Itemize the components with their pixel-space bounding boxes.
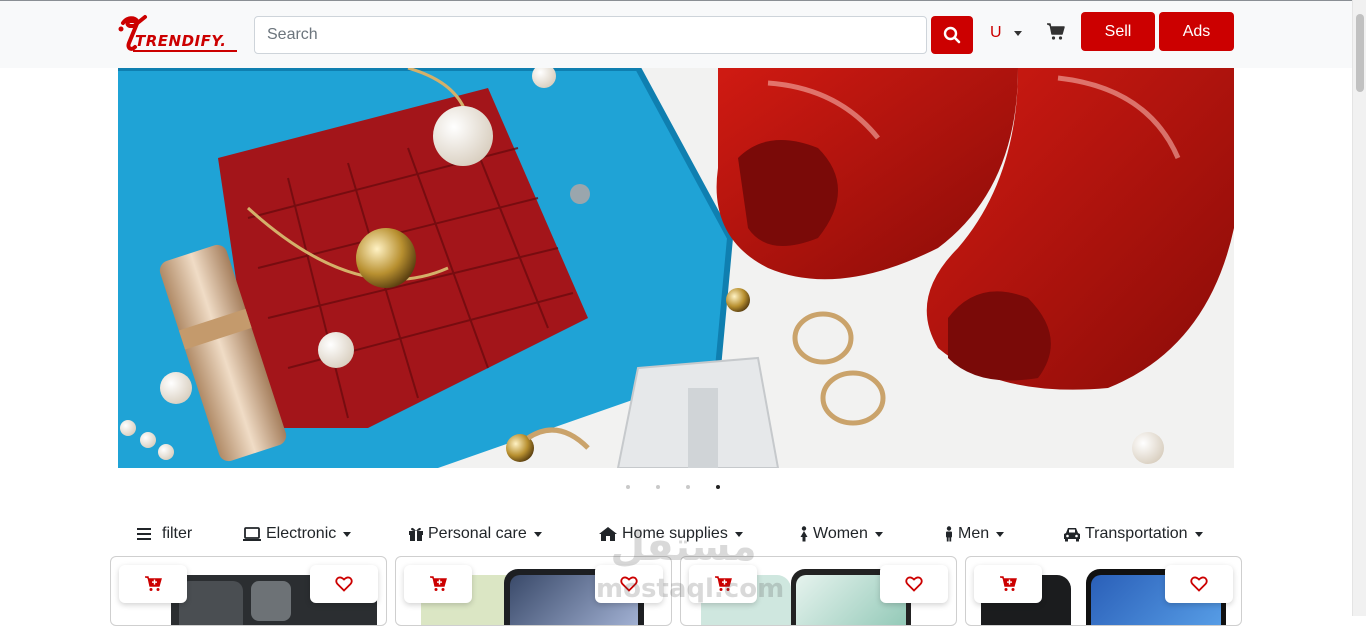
heart-icon [905, 576, 923, 592]
menu-icon [137, 528, 151, 540]
cart-plus-icon [430, 576, 447, 591]
cart-icon [1047, 23, 1065, 40]
chevron-down-icon [996, 531, 1005, 537]
category-transportation[interactable]: Transportation [1063, 522, 1203, 546]
page-scrollbar[interactable] [1352, 0, 1366, 616]
laptop-icon [243, 527, 261, 541]
carousel-dot[interactable] [626, 485, 630, 489]
cart-plus-icon [145, 576, 162, 591]
carousel-dot[interactable] [656, 485, 660, 489]
sell-button[interactable]: Sell [1081, 12, 1155, 51]
category-men[interactable]: Men [944, 522, 1005, 546]
wishlist-button[interactable] [880, 565, 948, 603]
add-to-cart-button[interactable] [404, 565, 472, 603]
wishlist-button[interactable] [310, 565, 378, 603]
male-icon [946, 526, 952, 542]
car-icon [1064, 528, 1080, 542]
chevron-down-icon [1194, 531, 1203, 537]
category-label: Transportation [1085, 525, 1188, 542]
category-electronic[interactable]: Electronic [242, 522, 352, 546]
chevron-down-icon [1013, 30, 1022, 36]
cart-plus-icon [1000, 576, 1017, 591]
wishlist-button[interactable] [1165, 565, 1233, 603]
category-women[interactable]: Women [799, 522, 883, 546]
chevron-down-icon [533, 531, 542, 537]
brand-logo[interactable]: TRENDIFY. [117, 13, 239, 55]
chevron-down-icon [734, 531, 743, 537]
female-icon [800, 526, 808, 542]
heart-icon [1190, 576, 1208, 592]
home-icon [599, 527, 617, 541]
logo-underline [133, 50, 237, 52]
add-to-cart-button[interactable] [689, 565, 757, 603]
heart-icon [620, 576, 638, 592]
chevron-down-icon [874, 531, 883, 537]
category-label: Men [958, 525, 990, 542]
category-filter[interactable]: filter [136, 522, 192, 546]
category-personal-care[interactable]: Personal care [408, 522, 542, 546]
search-icon [943, 26, 961, 44]
carousel-dot-active[interactable] [716, 485, 720, 489]
search-button[interactable] [931, 16, 973, 54]
carousel-indicators [626, 485, 720, 489]
wishlist-button[interactable] [595, 565, 663, 603]
heart-icon [335, 576, 353, 592]
scrollbar-thumb[interactable] [1356, 14, 1364, 92]
category-label: Women [813, 525, 868, 542]
add-to-cart-button[interactable] [119, 565, 187, 603]
hero-carousel-image [118, 68, 1234, 468]
user-initial: U [990, 24, 1002, 41]
search-input[interactable] [254, 16, 927, 54]
category-label: Electronic [266, 525, 337, 542]
category-label: Home supplies [622, 525, 728, 542]
gift-icon [409, 527, 423, 541]
cart-plus-icon [715, 576, 732, 591]
carousel-dot[interactable] [686, 485, 690, 489]
hero-fashion-illustration [118, 68, 1234, 468]
chevron-down-icon [343, 531, 352, 537]
ads-button[interactable]: Ads [1159, 12, 1234, 51]
category-bar: filter Electronic Personal care Home sup… [118, 520, 1234, 548]
user-dropdown[interactable]: U [990, 22, 1022, 44]
category-label: Personal care [428, 525, 527, 542]
add-to-cart-button[interactable] [974, 565, 1042, 603]
cart-button[interactable] [1046, 22, 1066, 42]
logo-text: TRENDIFY. [135, 32, 227, 50]
category-label: filter [162, 525, 193, 542]
category-home-supplies[interactable]: Home supplies [598, 522, 743, 546]
